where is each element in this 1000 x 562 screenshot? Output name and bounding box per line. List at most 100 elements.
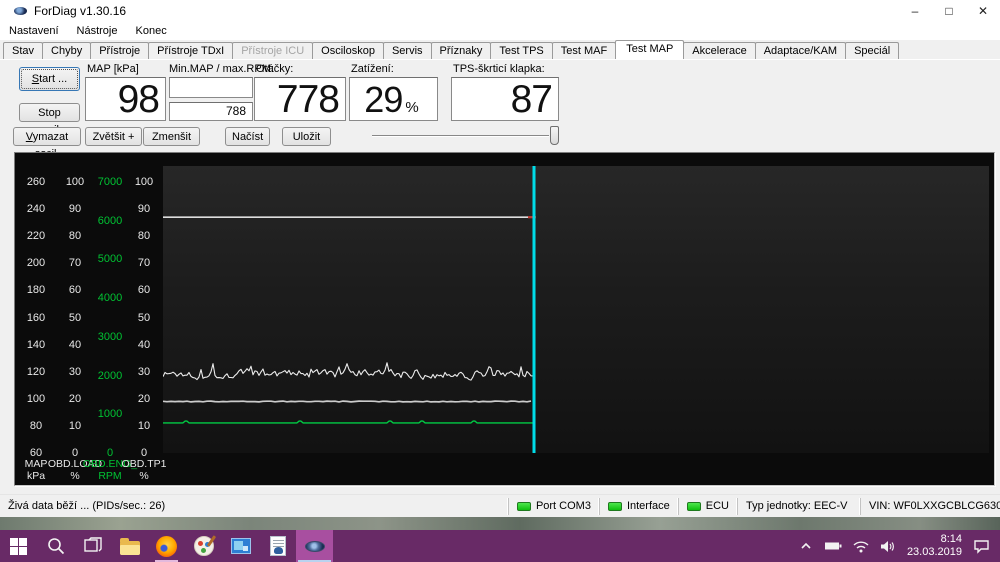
load-button[interactable]: Načíst — [225, 127, 270, 146]
tool-pane: Start ... Stop oscil. MAP [kPa] 98 Min.M… — [0, 59, 1000, 150]
close-button[interactable]: ✕ — [966, 0, 1000, 22]
axis-tick-label: 80 — [53, 230, 97, 242]
window-title: ForDiag v1.30.16 — [34, 4, 126, 18]
status-unit-type: Typ jednotky: EEC-V — [737, 498, 860, 515]
tray-clock[interactable]: 8:14 23.03.2019 — [907, 533, 962, 559]
axis-tick-label: 90 — [53, 203, 97, 215]
port-led-icon — [517, 502, 531, 511]
maximize-button[interactable]: □ — [932, 0, 966, 22]
menu-nastaveni[interactable]: Nastavení — [0, 22, 68, 40]
status-port: Port COM3 — [508, 498, 599, 515]
time-slider[interactable] — [368, 123, 559, 149]
firefox-button[interactable] — [148, 530, 185, 562]
fordiag-window: ForDiag v1.30.16 – □ ✕ Nastavení Nástroj… — [0, 0, 1000, 517]
axis-tick-label: 50 — [122, 312, 166, 324]
axis-tick-label: 180 — [14, 284, 58, 296]
notes-app-button[interactable] — [259, 530, 296, 562]
tab-test-map[interactable]: Test MAP — [615, 40, 684, 59]
photos-app-icon — [231, 538, 251, 554]
notes-app-icon — [270, 536, 286, 556]
axis-tick-label: 100 — [122, 176, 166, 188]
tab-servis[interactable]: Servis — [383, 42, 432, 59]
file-explorer-button[interactable] — [111, 530, 148, 562]
clear-oscilloscope-button[interactable]: Vymazat oscil. — [13, 127, 81, 146]
trace-map — [163, 401, 531, 402]
start-button[interactable]: Start ... — [19, 67, 80, 91]
search-icon — [46, 536, 66, 556]
ecu-label: ECU — [706, 500, 729, 512]
axis-tick-label: 120 — [14, 366, 58, 378]
trace-obd-load — [163, 363, 533, 380]
fordiag-app-icon — [305, 541, 325, 552]
tps-label: TPS-škrticí klapka: — [453, 63, 545, 75]
tab-stav[interactable]: Stav — [3, 42, 43, 59]
map-value: 98 — [118, 81, 159, 119]
zoom-out-button[interactable]: Zmenšit - — [143, 127, 200, 146]
load-label: Zatížení: — [351, 63, 394, 75]
tab-chyby[interactable]: Chyby — [42, 42, 91, 59]
fordiag-taskbar-button[interactable] — [296, 530, 333, 562]
axis-tick-label: 40 — [122, 339, 166, 351]
tray-time: 8:14 — [907, 533, 962, 546]
axis-tick-label: 240 — [14, 203, 58, 215]
axis-tick-label: 200 — [14, 257, 58, 269]
tab-speci-l[interactable]: Speciál — [845, 42, 899, 59]
axis-tick-label: 20 — [53, 393, 97, 405]
axis-tick-label: 30 — [122, 366, 166, 378]
stop-oscilloscope-button[interactable]: Stop oscil. — [19, 103, 80, 122]
tab-p-znaky[interactable]: Příznaky — [431, 42, 492, 59]
status-bar: Živá data běží ... (PIDs/sec.: 26) Port … — [0, 494, 1000, 517]
chart-panel: 2602402202001801601401201008060MAPkPa100… — [14, 152, 995, 486]
task-view-button[interactable] — [74, 530, 111, 562]
zoom-in-button[interactable]: Zvětšit + — [85, 127, 142, 146]
interface-led-icon — [608, 502, 622, 511]
tab-p-stroje-icu[interactable]: Přístroje ICU — [232, 42, 313, 59]
axis-tick-label: 10 — [122, 420, 166, 432]
plot-area — [163, 166, 989, 453]
battery-icon[interactable] — [824, 540, 842, 552]
tab-osciloskop[interactable]: Osciloskop — [312, 42, 384, 59]
save-button[interactable]: Uložit — [282, 127, 331, 146]
status-interface: Interface — [599, 498, 678, 515]
axis-tick-label: 80 — [122, 230, 166, 242]
paint-app-button[interactable] — [185, 530, 222, 562]
axis-name-label: OBD.TP1 — [114, 459, 174, 470]
tray-date: 23.03.2019 — [907, 546, 962, 559]
menu-konec[interactable]: Konec — [127, 22, 176, 40]
tab-test-maf[interactable]: Test MAF — [552, 42, 616, 59]
tab-p-stroje-tdxi[interactable]: Přístroje TDxI — [148, 42, 233, 59]
interface-label: Interface — [627, 500, 670, 512]
taskbar-search-button[interactable] — [37, 530, 74, 562]
start-button[interactable] — [0, 530, 37, 562]
tps-value: 87 — [511, 81, 552, 119]
volume-icon[interactable] — [880, 540, 896, 553]
axis-tick-label: 100 — [14, 393, 58, 405]
file-explorer-icon — [120, 541, 140, 555]
load-unit: % — [405, 97, 418, 119]
windows-logo-icon — [10, 538, 27, 555]
wifi-icon[interactable] — [853, 540, 869, 553]
task-view-icon — [83, 536, 103, 556]
rpm-value: 778 — [277, 81, 339, 119]
menu-nastroje[interactable]: Nástroje — [68, 22, 127, 40]
trace-obd-eng-rpm — [163, 421, 533, 423]
minimize-button[interactable]: – — [898, 0, 932, 22]
axis-tick-label: 160 — [14, 312, 58, 324]
oscilloscope-svg — [163, 166, 989, 453]
axis-tick-label: 60 — [122, 284, 166, 296]
tab-akcelerace[interactable]: Akcelerace — [683, 42, 755, 59]
action-center-icon[interactable] — [973, 539, 990, 554]
min-map-box — [169, 77, 253, 98]
axis-tick-label: 80 — [14, 420, 58, 432]
tab-adaptace-kam[interactable]: Adaptace/KAM — [755, 42, 846, 59]
photos-app-button[interactable] — [222, 530, 259, 562]
load-value-box: 29 % — [349, 77, 438, 121]
slider-thumb[interactable] — [550, 126, 559, 145]
tab-p-stroje[interactable]: Přístroje — [90, 42, 149, 59]
tab-test-tps[interactable]: Test TPS — [490, 42, 552, 59]
axis-tick-label: 140 — [14, 339, 58, 351]
slider-track — [372, 135, 549, 137]
tray-chevron-icon[interactable] — [799, 540, 813, 552]
system-tray: 8:14 23.03.2019 — [799, 530, 1000, 562]
taskbar: 8:14 23.03.2019 — [0, 530, 1000, 562]
